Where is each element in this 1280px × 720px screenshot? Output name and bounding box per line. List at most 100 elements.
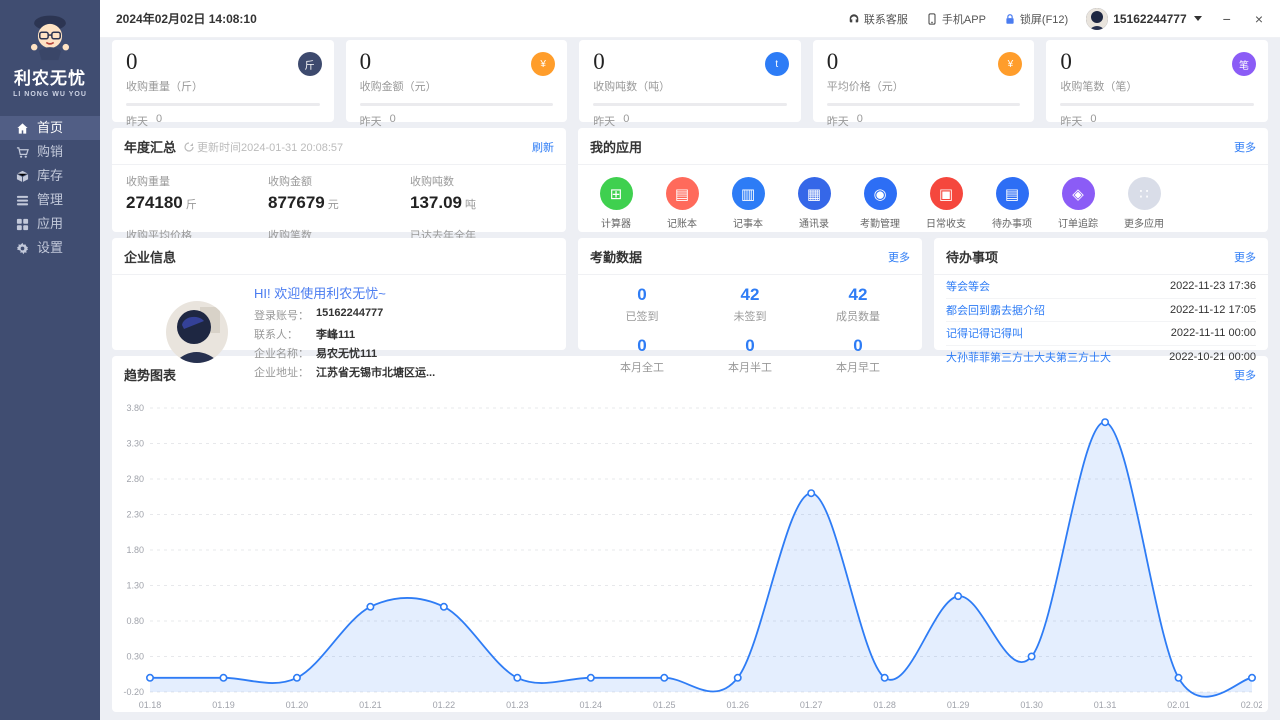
stat-card: 0 收购笔数（笔） 笔 昨天0 bbox=[1046, 40, 1268, 122]
contacts-icon: ▦ bbox=[798, 177, 831, 210]
app-shortcut[interactable]: ▤ 待办事项 bbox=[990, 177, 1034, 230]
app-shortcut[interactable]: ◈ 订单追踪 bbox=[1056, 177, 1100, 230]
sidebar-item-1[interactable]: 购销 bbox=[0, 140, 100, 164]
todo-item: 大孙菲菲第三方士大夫第三方士大 2022-10-21 00:00 bbox=[946, 346, 1256, 370]
metric-unit: 吨 bbox=[465, 199, 476, 211]
sidebar-item-label: 管理 bbox=[37, 188, 63, 212]
svg-text:01.23: 01.23 bbox=[506, 700, 529, 710]
metric-label: 收购重量 bbox=[126, 173, 268, 189]
app-shortcut[interactable]: ▦ 通讯录 bbox=[792, 177, 836, 230]
attendance-label: 本月半工 bbox=[696, 359, 804, 375]
todo-icon: ▤ bbox=[996, 177, 1029, 210]
field-label: 登录账号： bbox=[254, 307, 316, 323]
sidebar-item-label: 设置 bbox=[37, 236, 63, 260]
more-apps-icon: ∷ bbox=[1128, 177, 1161, 210]
app-shortcut[interactable]: ⊞ 计算器 bbox=[594, 177, 638, 230]
count-badge-icon: 笔 bbox=[1232, 52, 1256, 76]
todo-time: 2022-11-23 17:36 bbox=[1170, 280, 1256, 292]
todo-item: 都会回到霸去据介绍 2022-11-12 17:05 bbox=[946, 299, 1256, 323]
svg-text:02.02: 02.02 bbox=[1241, 700, 1262, 710]
mobile-app-button[interactable]: 手机APP bbox=[926, 11, 986, 27]
sidebar-item-0[interactable]: 首页 bbox=[0, 116, 100, 140]
chevron-down-icon bbox=[1194, 16, 1202, 21]
todo-link[interactable]: 等会等会 bbox=[946, 278, 990, 294]
app-shortcut[interactable]: ▣ 日常收支 bbox=[924, 177, 968, 230]
app-label: 日常收支 bbox=[924, 215, 968, 230]
stat-value: 0 bbox=[827, 50, 1021, 73]
enterprise-greeting: HI! 欢迎使用利农无忧~ bbox=[254, 283, 552, 302]
box-icon bbox=[16, 170, 29, 183]
topbar: 2024年02月02日 14:08:10 联系客服 手机APP 锁屏(F12) … bbox=[100, 0, 1280, 38]
username-text: 15162244777 bbox=[1113, 12, 1186, 26]
svg-text:0.30: 0.30 bbox=[126, 652, 144, 662]
app-label: 记账本 bbox=[660, 215, 704, 230]
attendance-value: 0 bbox=[588, 285, 696, 305]
svg-text:01.29: 01.29 bbox=[947, 700, 970, 710]
app-label: 考勤管理 bbox=[858, 215, 902, 230]
refresh-link[interactable]: 刷新 bbox=[532, 139, 554, 155]
calculator-icon: ⊞ bbox=[600, 177, 633, 210]
refresh-icon bbox=[184, 142, 194, 152]
svg-text:02.01: 02.01 bbox=[1167, 700, 1190, 710]
yuan-badge-icon: ¥ bbox=[531, 52, 555, 76]
svg-text:2.30: 2.30 bbox=[126, 510, 144, 520]
user-menu[interactable]: 15162244777 bbox=[1086, 8, 1201, 30]
svg-text:1.80: 1.80 bbox=[126, 545, 144, 555]
sidebar-nav: 首页 购销 库存 管理 应用 设置 bbox=[0, 116, 100, 260]
svg-text:01.20: 01.20 bbox=[286, 700, 309, 710]
stat-label: 收购重量（斤） bbox=[126, 78, 320, 94]
attendance-stat: 0 本月全工 bbox=[588, 336, 696, 375]
lock-icon bbox=[1004, 13, 1016, 25]
sidebar-item-4[interactable]: 应用 bbox=[0, 212, 100, 236]
phone-icon bbox=[926, 13, 938, 25]
attendance-label: 本月全工 bbox=[588, 359, 696, 375]
notebook-icon: ▥ bbox=[732, 177, 765, 210]
lock-screen-button[interactable]: 锁屏(F12) bbox=[1004, 11, 1068, 27]
minimize-button[interactable]: − bbox=[1220, 11, 1234, 27]
todo-link[interactable]: 都会回到霸去据介绍 bbox=[946, 302, 1045, 318]
app-shortcut[interactable]: ∷ 更多应用 bbox=[1122, 177, 1166, 230]
order-tracking-icon: ◈ bbox=[1062, 177, 1095, 210]
home-icon bbox=[16, 122, 29, 135]
attendance-stat: 42 成员数量 bbox=[804, 285, 912, 324]
annual-summary-title: 年度汇总 bbox=[124, 137, 176, 156]
metric-label: 收购吨数 bbox=[410, 173, 552, 189]
svg-text:01.27: 01.27 bbox=[800, 700, 823, 710]
sidebar-item-2[interactable]: 库存 bbox=[0, 164, 100, 188]
annual-metric: 收购重量 274180斤 bbox=[126, 173, 268, 213]
svg-text:01.24: 01.24 bbox=[580, 700, 603, 710]
svg-text:-0.20: -0.20 bbox=[123, 687, 144, 697]
svg-text:01.22: 01.22 bbox=[433, 700, 456, 710]
enterprise-field: 企业名称： 易农无忧111 bbox=[254, 345, 552, 361]
app-logo: 利农无忧 LI NONG WU YOU bbox=[0, 0, 100, 106]
my-apps-more-link[interactable]: 更多 bbox=[1234, 139, 1256, 155]
todo-link[interactable]: 大孙菲菲第三方士大夫第三方士大 bbox=[946, 349, 1111, 365]
app-shortcut[interactable]: ▤ 记账本 bbox=[660, 177, 704, 230]
attendance-value: 42 bbox=[804, 285, 912, 305]
todo-link[interactable]: 记得记得记得叫 bbox=[946, 325, 1023, 341]
stat-progress-bar bbox=[593, 103, 787, 106]
sidebar-item-label: 首页 bbox=[37, 116, 63, 140]
close-button[interactable]: × bbox=[1252, 11, 1266, 27]
stat-card: 0 收购金额（元） ¥ 昨天0 bbox=[346, 40, 568, 122]
field-label: 企业名称： bbox=[254, 345, 316, 361]
svg-text:0.80: 0.80 bbox=[126, 616, 144, 626]
contact-service-button[interactable]: 联系客服 bbox=[848, 11, 908, 27]
stat-label: 收购吨数（吨） bbox=[593, 78, 787, 94]
trend-chart-more-link[interactable]: 更多 bbox=[1234, 367, 1256, 383]
todo-time: 2022-11-11 00:00 bbox=[1171, 327, 1256, 339]
my-apps-title: 我的应用 bbox=[590, 137, 642, 156]
attendance-value: 0 bbox=[804, 336, 912, 356]
user-avatar bbox=[1086, 8, 1108, 30]
todo-more-link[interactable]: 更多 bbox=[1234, 249, 1256, 265]
ton-badge-icon: t bbox=[765, 52, 789, 76]
grid-icon bbox=[16, 218, 29, 231]
sidebar-item-3[interactable]: 管理 bbox=[0, 188, 100, 212]
app-shortcut[interactable]: ◉ 考勤管理 bbox=[858, 177, 902, 230]
app-shortcut[interactable]: ▥ 记事本 bbox=[726, 177, 770, 230]
stat-yesterday-value: 0 bbox=[1090, 113, 1096, 129]
attendance-more-link[interactable]: 更多 bbox=[888, 249, 910, 265]
jin-badge-icon: 斤 bbox=[298, 52, 322, 76]
sidebar-item-5[interactable]: 设置 bbox=[0, 236, 100, 260]
todo-item: 记得记得记得叫 2022-11-11 00:00 bbox=[946, 322, 1256, 346]
